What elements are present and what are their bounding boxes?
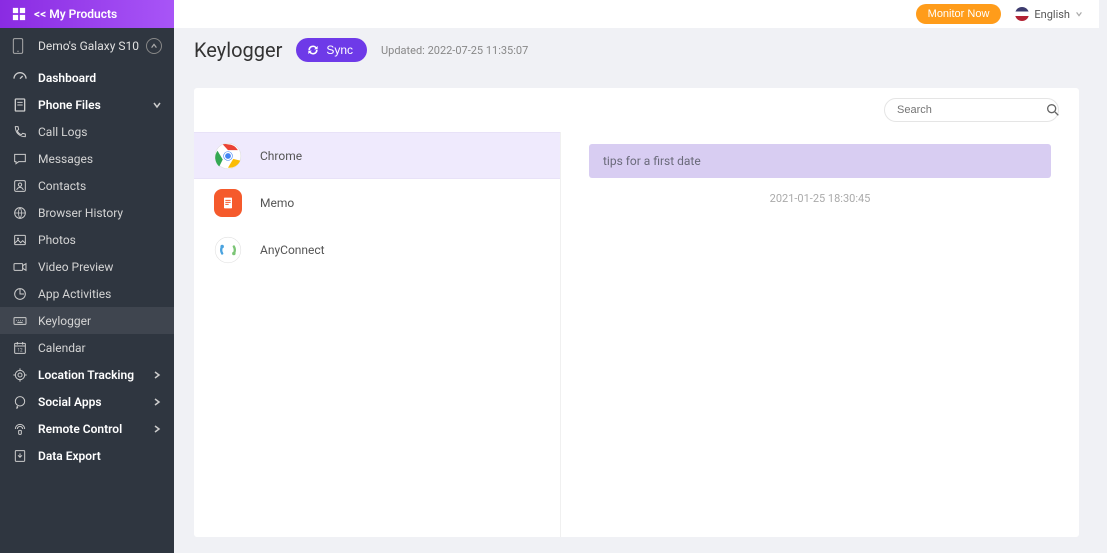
panel: Chrome Memo AnyConnect	[194, 88, 1079, 537]
sidebar-item-video-preview[interactable]: Video Preview	[0, 253, 174, 280]
device-name: Demo's Galaxy S10	[38, 39, 146, 53]
chrome-icon	[214, 142, 242, 170]
log-pane: tips for a first date 2021-01-25 18:30:4…	[561, 132, 1079, 537]
memo-icon	[214, 189, 242, 217]
sidebar-item-contacts[interactable]: Contacts	[0, 172, 174, 199]
sidebar-item-remote-control[interactable]: Remote Control	[0, 415, 174, 442]
app-item-memo[interactable]: Memo	[194, 179, 560, 226]
language-label: English	[1034, 8, 1070, 21]
collapse-icon[interactable]	[146, 38, 162, 54]
chevron-right-icon	[152, 424, 162, 434]
sidebar-item-label: Location Tracking	[38, 368, 152, 382]
chat-icon	[12, 394, 28, 410]
sidebar-item-social-apps[interactable]: Social Apps	[0, 388, 174, 415]
search-row	[194, 88, 1079, 132]
sidebar-item-label: Social Apps	[38, 395, 152, 409]
search-icon[interactable]	[1041, 98, 1065, 122]
chevron-down-icon	[152, 100, 162, 110]
search-box	[884, 98, 1059, 122]
sidebar-item-label: Calendar	[38, 341, 162, 355]
sidebar-item-calendar[interactable]: 12 Calendar	[0, 334, 174, 361]
message-icon	[12, 151, 28, 167]
sidebar-item-call-logs[interactable]: Call Logs	[0, 118, 174, 145]
phone-call-icon	[12, 124, 28, 140]
page-header: Keylogger Sync Updated: 2022-07-25 11:35…	[174, 28, 1099, 72]
my-products-label: << My Products	[34, 7, 117, 21]
phone-icon	[12, 38, 28, 54]
sidebar-item-phone-files[interactable]: Phone Files	[0, 91, 174, 118]
sidebar-item-data-export[interactable]: Data Export	[0, 442, 174, 469]
sidebar-item-label: Video Preview	[38, 260, 162, 274]
sidebar-item-label: Photos	[38, 233, 162, 247]
sidebar-item-app-activities[interactable]: App Activities	[0, 280, 174, 307]
svg-text:12: 12	[17, 347, 23, 353]
contacts-icon	[12, 178, 28, 194]
sidebar-item-label: Contacts	[38, 179, 162, 193]
sync-icon	[306, 43, 320, 57]
calendar-icon: 12	[12, 340, 28, 356]
globe-icon	[12, 205, 28, 221]
sidebar-item-label: Data Export	[38, 449, 162, 463]
video-icon	[12, 259, 28, 275]
sidebar-item-browser-history[interactable]: Browser History	[0, 199, 174, 226]
remote-icon	[12, 421, 28, 437]
sidebar-item-dashboard[interactable]: Dashboard	[0, 64, 174, 91]
sidebar-item-label: Dashboard	[38, 71, 162, 85]
page-title: Keylogger	[194, 38, 282, 62]
my-products-link[interactable]: << My Products	[0, 0, 174, 28]
files-icon	[12, 97, 28, 113]
topbar: Monitor Now English	[174, 0, 1099, 28]
sidebar-item-messages[interactable]: Messages	[0, 145, 174, 172]
log-entry: tips for a first date	[589, 144, 1051, 178]
app-list: Chrome Memo AnyConnect	[194, 132, 561, 537]
log-timestamp: 2021-01-25 18:30:45	[589, 192, 1051, 205]
chevron-down-icon	[1075, 10, 1083, 18]
app-item-chrome[interactable]: Chrome	[194, 132, 560, 179]
sidebar: << My Products Demo's Galaxy S10 Dashboa…	[0, 0, 174, 553]
split-view: Chrome Memo AnyConnect	[194, 132, 1079, 537]
updated-text: Updated: 2022-07-25 11:35:07	[381, 44, 528, 57]
sidebar-item-location-tracking[interactable]: Location Tracking	[0, 361, 174, 388]
sync-label: Sync	[326, 43, 353, 57]
app-name: Chrome	[260, 149, 302, 163]
chevron-right-icon	[152, 397, 162, 407]
sidebar-item-keylogger[interactable]: Keylogger	[0, 307, 174, 334]
keyboard-icon	[12, 313, 28, 329]
app-name: AnyConnect	[260, 243, 325, 257]
location-icon	[12, 367, 28, 383]
sidebar-item-label: Messages	[38, 152, 162, 166]
activity-icon	[12, 286, 28, 302]
sidebar-item-label: Browser History	[38, 206, 162, 220]
flag-icon	[1015, 7, 1029, 21]
search-input[interactable]	[884, 98, 1059, 122]
sidebar-item-label: Phone Files	[38, 98, 152, 112]
sidebar-nav: Dashboard Phone Files Call Logs Messages…	[0, 64, 174, 469]
app-item-anyconnect[interactable]: AnyConnect	[194, 226, 560, 273]
sidebar-item-label: App Activities	[38, 287, 162, 301]
anyconnect-icon	[214, 236, 242, 264]
sidebar-item-photos[interactable]: Photos	[0, 226, 174, 253]
sync-button[interactable]: Sync	[296, 38, 367, 62]
main-content: Monitor Now English Keylogger Sync Updat…	[174, 0, 1107, 553]
grid-icon	[12, 7, 26, 21]
sidebar-item-label: Keylogger	[38, 314, 162, 328]
export-icon	[12, 448, 28, 464]
sidebar-item-label: Call Logs	[38, 125, 162, 139]
device-selector[interactable]: Demo's Galaxy S10	[0, 28, 174, 64]
monitor-now-button[interactable]: Monitor Now	[916, 4, 1002, 24]
language-selector[interactable]: English	[1015, 7, 1083, 21]
chevron-right-icon	[152, 370, 162, 380]
content-wrap: Chrome Memo AnyConnect	[174, 72, 1099, 553]
app-name: Memo	[260, 196, 294, 210]
sidebar-item-label: Remote Control	[38, 422, 152, 436]
dashboard-icon	[12, 70, 28, 86]
photo-icon	[12, 232, 28, 248]
